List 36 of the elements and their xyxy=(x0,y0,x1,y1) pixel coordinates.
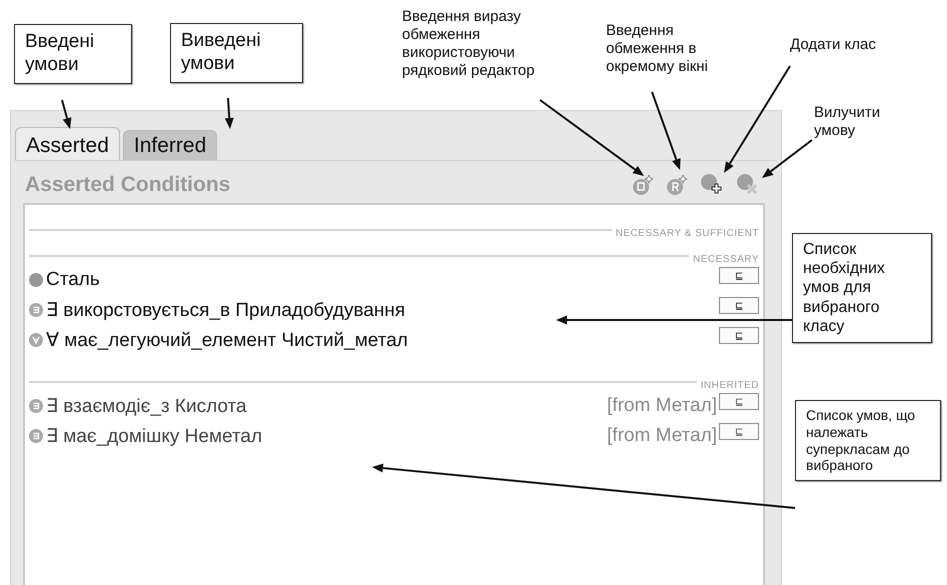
subsumption-button[interactable]: ⊑ xyxy=(719,297,759,314)
condition-text[interactable]: ∀ має_легуючий_елемент Чистий_метал xyxy=(46,328,717,352)
condition-text[interactable]: ∃ викорстовується_в Приладобудування xyxy=(46,298,717,322)
panel-title: Asserted Conditions xyxy=(25,173,230,197)
condition-text[interactable]: Сталь xyxy=(46,269,717,291)
class-icon xyxy=(29,273,43,287)
add-class-icon[interactable] xyxy=(701,174,723,196)
callout-box: Введені умови xyxy=(14,24,132,84)
callout-text: Введення виразу обмеження використовуючи рядковий редактор xyxy=(402,8,536,80)
subsumption-button[interactable]: ⊑ xyxy=(719,393,759,410)
universal-icon xyxy=(29,333,43,347)
callout-box: Список умов, що належать суперкласам до вибраного xyxy=(795,400,941,482)
section-label: NECESSARY & SUFFICIENT xyxy=(616,228,759,239)
subsumption-button[interactable]: ⊑ xyxy=(719,423,759,440)
callout-arrow xyxy=(61,100,72,129)
existential-icon xyxy=(29,399,43,413)
subsumption-button[interactable]: ⊑ xyxy=(719,267,759,284)
add-restriction-icon[interactable] xyxy=(667,175,687,195)
callout-box: Виведені умови xyxy=(170,23,303,83)
source-class: [from Метал] xyxy=(607,425,717,447)
tab[interactable]: Asserted xyxy=(15,127,120,160)
subsumption-button[interactable]: ⊑ xyxy=(719,327,759,344)
callout-box: Список необхідних умов для вибраного класу xyxy=(792,233,932,343)
condition-text[interactable]: ∃ взаємодіє_з Кислота xyxy=(46,394,608,418)
source-class: [from Метал] xyxy=(607,395,717,417)
add-expression-icon[interactable] xyxy=(633,175,653,195)
callout-arrow xyxy=(224,98,234,129)
callout-text: Вилучити умову xyxy=(814,104,882,140)
callout-text: Введення обмеження в окремому вікні xyxy=(606,22,709,76)
section-label: INHERITED xyxy=(700,380,759,391)
callout-text: Додати клас xyxy=(790,36,877,54)
tab[interactable]: Inferred xyxy=(122,130,218,160)
existential-icon xyxy=(29,303,43,317)
existential-icon xyxy=(29,429,43,443)
condition-text[interactable]: ∃ має_домішку Неметал xyxy=(46,424,608,448)
section-label: NECESSARY xyxy=(692,254,759,265)
